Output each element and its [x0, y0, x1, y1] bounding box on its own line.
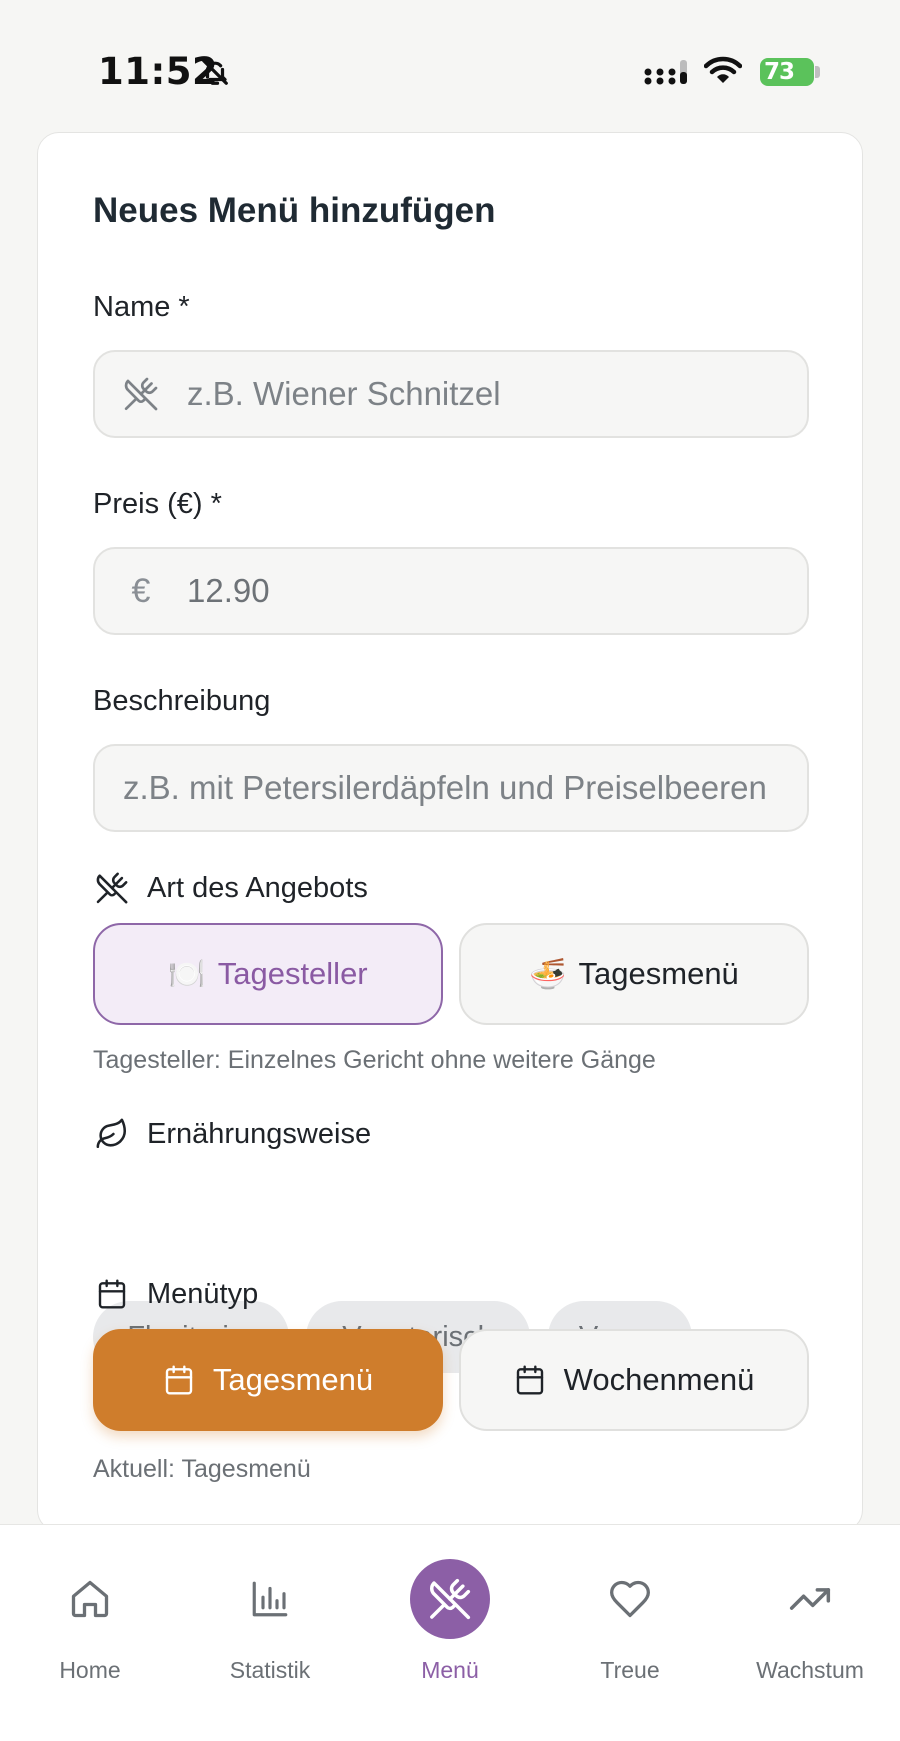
wifi-icon: [704, 56, 742, 83]
price-label: Preis (€) *: [93, 488, 222, 520]
battery-level: 73: [764, 59, 795, 85]
calendar-icon: [93, 1275, 131, 1313]
menu-type-tagesmenue[interactable]: Tagesmenü: [93, 1329, 443, 1431]
utensils-crossed-icon: [93, 869, 131, 907]
nav-item-menue[interactable]: Menü: [360, 1525, 540, 1741]
offer-type-heading: Art des Angebots: [93, 869, 368, 907]
offer-type-label: Art des Angebots: [147, 871, 368, 904]
page-title: Neues Menü hinzufügen: [93, 191, 496, 230]
trending-up-icon: [770, 1559, 850, 1639]
menu-type-hint: Aktuell: Tagesmenü: [93, 1455, 311, 1483]
bottom-nav: Home Statistik Menü Treue Wachstum: [0, 1524, 900, 1741]
menu-type-wochenmenue[interactable]: Wochenmenü: [459, 1329, 809, 1431]
nav-item-treue[interactable]: Treue: [540, 1525, 720, 1741]
offer-type-hint: Tagesteller: Einzelnes Gericht ohne weit…: [93, 1046, 656, 1074]
offer-option-label: Tagesteller: [217, 956, 368, 991]
status-bar: 11:52 73: [0, 0, 900, 130]
nav-label: Wachstum: [756, 1657, 864, 1683]
nav-item-home[interactable]: Home: [0, 1525, 180, 1741]
signal-icon: [644, 60, 687, 85]
euro-icon: €: [131, 571, 151, 610]
utensils-crossed-icon: [410, 1559, 490, 1639]
add-menu-card: Neues Menü hinzufügen Name * z.B. Wiener…: [37, 132, 863, 1532]
home-icon: [50, 1559, 130, 1639]
description-placeholder: z.B. mit Petersilerdäpfeln und Preiselbe…: [123, 769, 767, 806]
offer-option-label: Tagesmenü: [578, 956, 739, 991]
calendar-icon: [163, 1364, 195, 1396]
noodle-bowl-icon: 🍜: [529, 957, 567, 991]
nav-item-wachstum[interactable]: Wachstum: [720, 1525, 900, 1741]
menu-type-label: Menütyp: [147, 1277, 259, 1310]
name-input[interactable]: z.B. Wiener Schnitzel: [93, 350, 809, 438]
price-value: 12.90: [187, 572, 270, 609]
diet-label: Ernährungsweise: [147, 1117, 372, 1150]
offer-option-tagesmenue[interactable]: 🍜 Tagesmenü: [459, 923, 809, 1025]
utensils-crossed-icon: [95, 376, 187, 412]
nav-label: Treue: [600, 1657, 660, 1683]
offer-option-tagesteller[interactable]: 🍽️ Tagesteller: [93, 923, 443, 1025]
nav-label: Home: [59, 1657, 121, 1683]
calendar-icon: [514, 1364, 546, 1396]
diet-heading: Ernährungsweise: [93, 1115, 371, 1153]
description-label: Beschreibung: [93, 685, 271, 717]
price-input[interactable]: € 12.90: [93, 547, 809, 635]
nav-item-statistik[interactable]: Statistik: [180, 1525, 360, 1741]
menu-type-heading: Menütyp: [93, 1275, 258, 1313]
heart-icon: [590, 1559, 670, 1639]
menu-type-option-label: Tagesmenü: [212, 1362, 374, 1397]
name-placeholder: z.B. Wiener Schnitzel: [187, 375, 501, 412]
leaf-icon: [93, 1115, 131, 1153]
bell-off-icon: [202, 59, 228, 85]
battery-indicator: 73: [760, 58, 820, 86]
menu-type-option-label: Wochenmenü: [563, 1362, 755, 1397]
name-label: Name *: [93, 291, 190, 323]
description-input[interactable]: z.B. mit Petersilerdäpfeln und Preiselbe…: [93, 744, 809, 832]
plate-icon: 🍽️: [168, 957, 206, 991]
nav-label: Statistik: [229, 1657, 311, 1683]
bar-chart-icon: [230, 1559, 310, 1639]
nav-label: Menü: [421, 1657, 479, 1683]
